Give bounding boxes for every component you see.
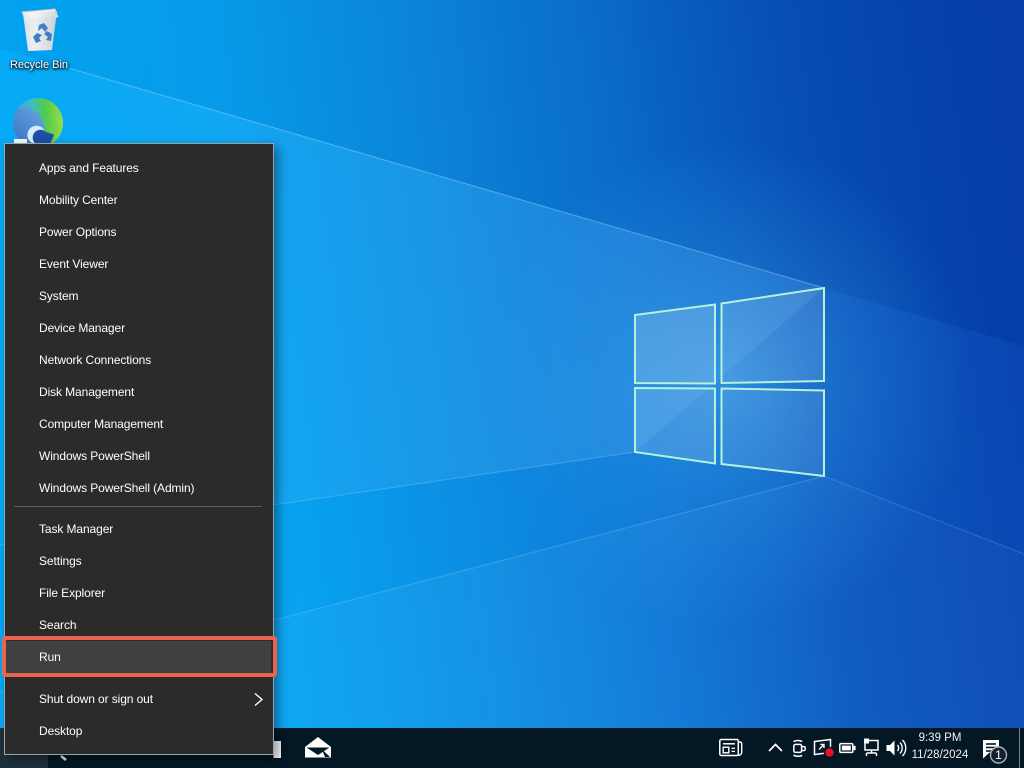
svg-text:1: 1 [995, 748, 1002, 762]
